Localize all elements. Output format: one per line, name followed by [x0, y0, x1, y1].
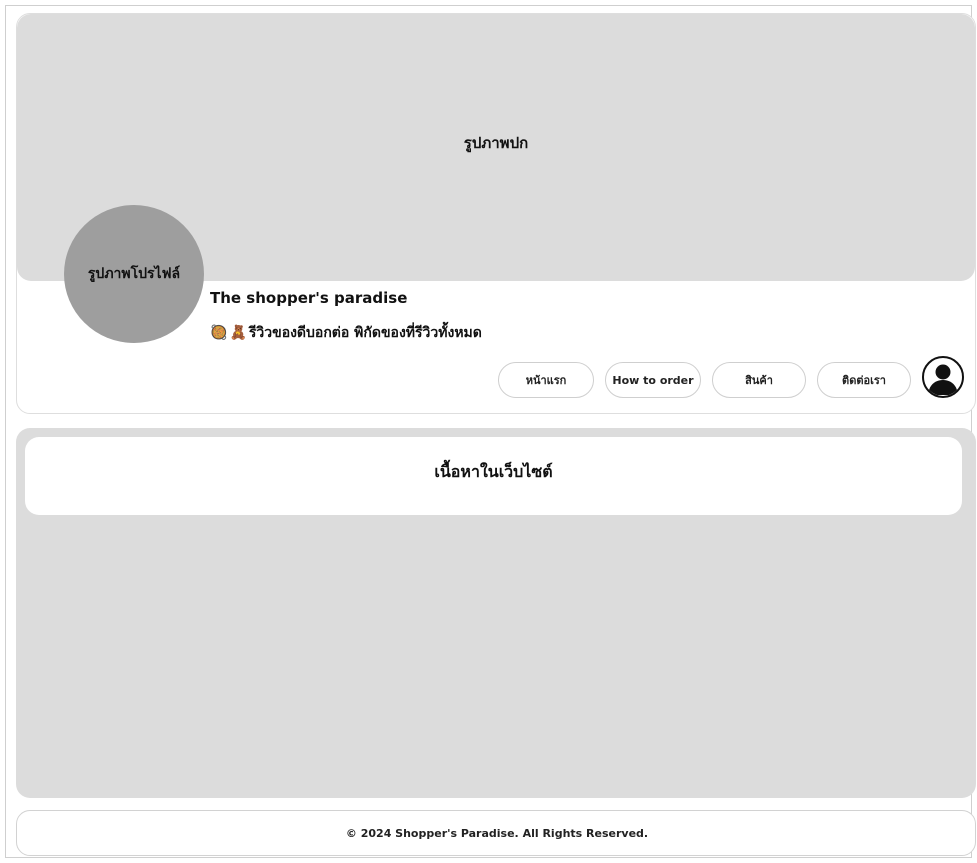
nav-home-button[interactable]: หน้าแรก	[498, 362, 594, 398]
food-emoji-icon: 🥘	[210, 325, 228, 341]
nav-how-to-order-button[interactable]: How to order	[605, 362, 701, 398]
tagline-text: รีวิวของดีบอกต่อ พิกัดของที่รีวิวทั้งหมด	[248, 325, 482, 341]
content-label: เนื้อหาในเว็บไซต์	[434, 461, 553, 481]
site-tagline: 🥘 🧸 รีวิวของดีบอกต่อ พิกัดของที่รีวิวทั้…	[210, 322, 482, 344]
footer-copyright: © 2024 Shopper's Paradise. All Rights Re…	[345, 826, 649, 840]
nav-products-button[interactable]: สินค้า	[712, 362, 806, 398]
user-account-icon[interactable]	[922, 356, 964, 398]
content-card: เนื้อหาในเว็บไซต์	[25, 437, 962, 515]
footer: © 2024 Shopper's Paradise. All Rights Re…	[16, 810, 976, 856]
nav-contact-button[interactable]: ติดต่อเรา	[817, 362, 911, 398]
cover-image-label: รูปภาพปก	[463, 133, 529, 152]
teddy-bear-emoji-icon: 🧸	[229, 325, 247, 341]
site-name: The shopper's paradise	[210, 289, 408, 307]
profile-picture: รูปภาพโปรไฟล์	[64, 205, 204, 343]
profile-picture-label: รูปภาพโปรไฟล์	[87, 266, 181, 282]
